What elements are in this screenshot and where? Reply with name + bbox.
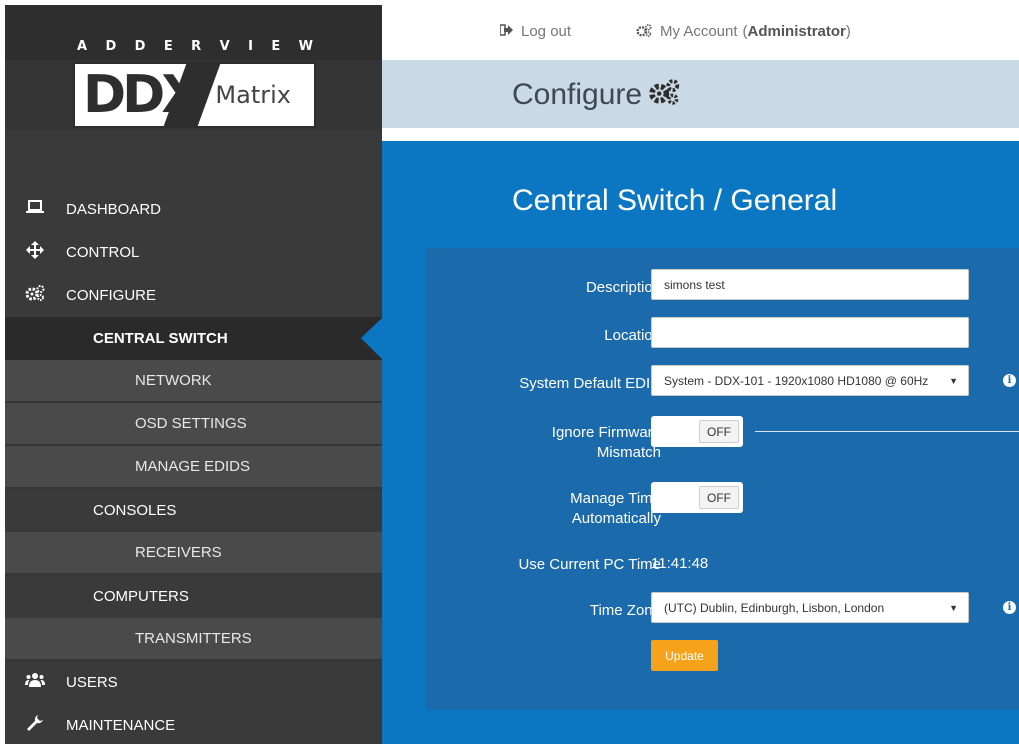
manage-time-toggle[interactable]: OFF [651,482,743,513]
active-indicator [361,317,383,360]
sidebar-item-label: NETWORK [135,372,212,389]
sidebar-item-central-switch[interactable]: CENTRAL SWITCH [5,317,383,360]
sidebar-item-label: CENTRAL SWITCH [93,330,228,347]
firmware-mismatch-label: Ignore Firmware Mismatch [551,424,661,461]
info-icon[interactable]: i [1003,601,1016,614]
main-content: Central Switch / General Description sim… [382,141,1019,744]
timezone-select[interactable]: (UTC) Dublin, Edinburgh, Lisbon, London … [651,592,969,623]
sidebar-item-configure[interactable]: CONFIGURE [5,274,382,317]
description-input[interactable]: simons test [651,269,969,300]
sidebar-item-computers[interactable]: COMPUTERS [5,575,382,618]
brand-area: A D D E R V I E W DDX Matrix [5,5,382,130]
my-account-link[interactable]: My Account ( Administrator ) [636,23,851,40]
chevron-down-icon: ▼ [949,602,958,613]
toggle-state: OFF [699,420,739,443]
sidebar-item-control[interactable]: CONTROL [5,231,382,274]
wrench-icon [23,714,47,737]
edid-label: System Default EDID [519,375,661,392]
logo-sub: Matrix [215,81,291,109]
manage-time-label: Manage Time Automatically [570,490,661,527]
sidebar-item-osd-settings[interactable]: OSD SETTINGS [5,403,382,446]
logout-link[interactable]: Log out [499,23,572,40]
firmware-mismatch-toggle[interactable]: OFF [651,416,743,447]
general-settings-form: Description simons test Location System … [425,248,1019,710]
sidebar-item-label: COMPUTERS [93,588,189,605]
sidebar-item-label: CONSOLES [93,502,177,519]
edid-value: System - DDX-101 - 1920x1080 HD1080 @ 60… [664,373,929,388]
sidebar: A D D E R V I E W DDX Matrix DASHBOARD C… [5,5,383,744]
my-account-label: My Account [660,23,738,40]
sidebar-item-label: MAINTENANCE [66,717,176,734]
sidebar-item-transmitters[interactable]: TRANSMITTERS [5,618,382,661]
connector-line [755,431,1019,432]
sidebar-item-label: OSD SETTINGS [135,415,247,432]
sidebar-item-network[interactable]: NETWORK [5,360,382,403]
sidebar-item-label: MANAGE EDIDS [135,458,251,475]
users-icon [23,672,47,693]
section-title: Central Switch / General [512,184,838,217]
pc-time-label: Use Current PC Time [518,556,661,573]
edid-select[interactable]: System - DDX-101 - 1920x1080 HD1080 @ 60… [651,365,969,396]
move-arrows-icon [23,241,47,264]
page-header: Configure [382,60,1019,128]
sidebar-item-manage-edids[interactable]: MANAGE EDIDS [5,446,382,489]
top-bar: Log out My Account ( Administrator ) [382,5,1019,60]
update-button[interactable]: Update [651,640,718,671]
sidebar-nav: DASHBOARD CONTROL CONFIGURE CENTRAL SWIT… [5,188,383,744]
account-role: Administrator [747,23,846,40]
sidebar-item-label: CONTROL [66,244,140,261]
gears-icon [23,285,47,306]
page-title-text: Configure [512,78,643,111]
sidebar-item-consoles[interactable]: CONSOLES [5,489,382,532]
gears-icon [648,78,680,112]
sidebar-item-maintenance[interactable]: MAINTENANCE [5,704,382,744]
description-value: simons test [664,277,725,292]
description-label: Description [585,279,661,296]
sidebar-item-label: CONFIGURE [66,287,156,304]
chevron-down-icon: ▼ [949,375,958,386]
sidebar-item-label: USERS [66,674,118,691]
logout-icon [499,24,513,39]
sidebar-item-label: TRANSMITTERS [135,630,252,647]
page-title: Configure [512,78,680,112]
info-icon[interactable]: i [1003,374,1016,387]
location-input[interactable] [651,317,969,348]
adderview-wordmark: A D D E R V I E W [77,39,313,54]
sidebar-item-receivers[interactable]: RECEIVERS [5,532,382,575]
sidebar-item-users[interactable]: USERS [5,661,382,704]
gears-icon [636,23,652,40]
pc-time-value: 11:41:48 [651,555,709,572]
timezone-value: (UTC) Dublin, Edinburgh, Lisbon, London [664,600,885,615]
sidebar-item-label: DASHBOARD [66,201,162,218]
ddx-matrix-logo: DDX Matrix [73,62,316,128]
logout-label: Log out [521,23,572,40]
laptop-icon [23,199,47,220]
sidebar-item-label: RECEIVERS [135,544,222,561]
toggle-state: OFF [699,486,739,509]
account-role-close: ) [845,23,851,40]
sidebar-item-dashboard[interactable]: DASHBOARD [5,188,382,231]
